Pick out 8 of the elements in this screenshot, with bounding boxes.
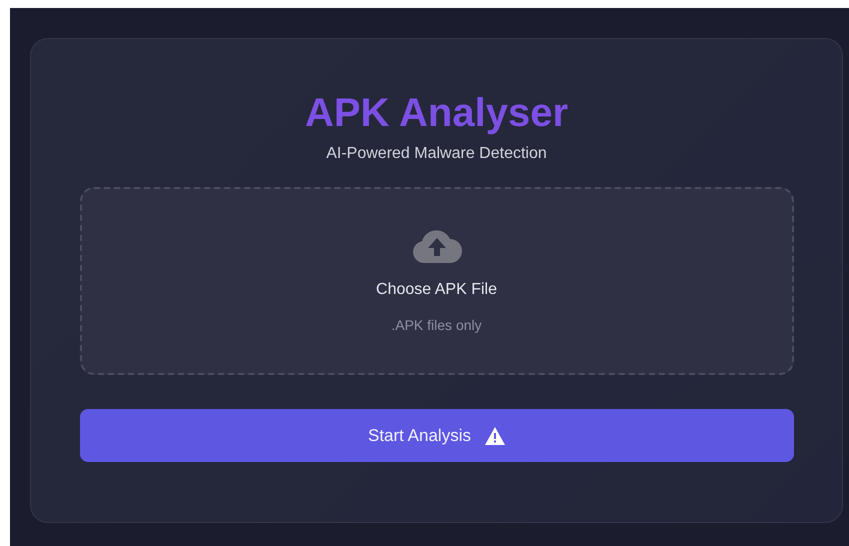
cloud-upload-icon: [412, 229, 462, 263]
file-dropzone[interactable]: Choose APK File .APK files only: [80, 187, 794, 375]
app-title: APK Analyser: [304, 90, 568, 137]
upload-hint: .APK files only: [391, 317, 482, 333]
upload-label: Choose APK File: [376, 281, 497, 299]
warning-icon: [485, 426, 505, 444]
app-subtitle: AI-Powered Malware Detection: [326, 145, 547, 163]
start-analysis-button[interactable]: Start Analysis: [80, 409, 794, 462]
